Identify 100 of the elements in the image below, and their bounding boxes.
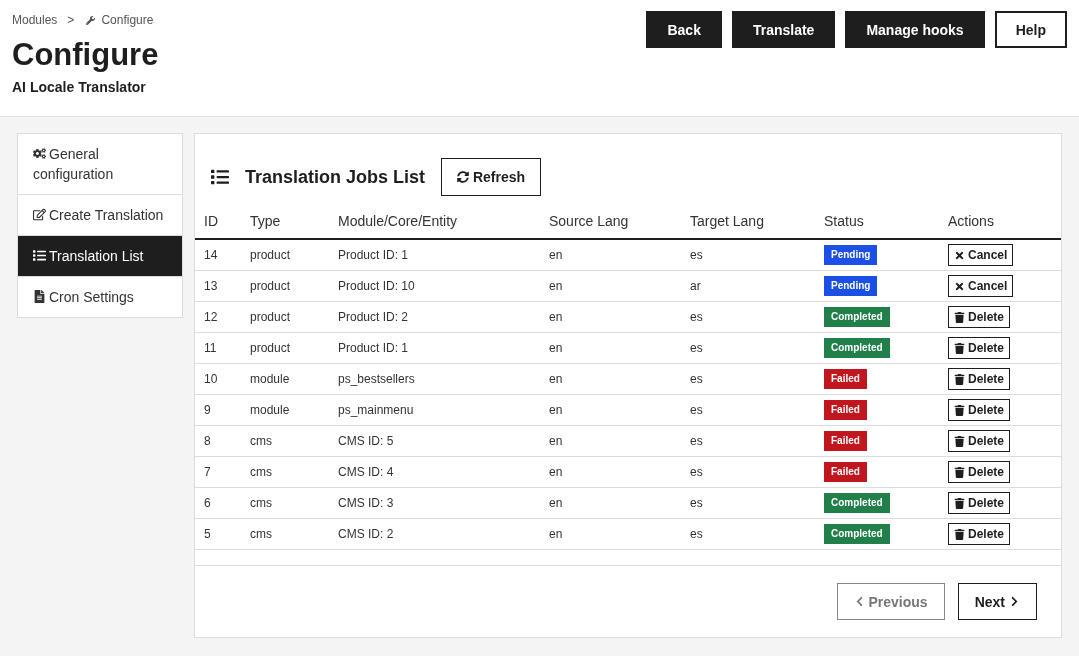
breadcrumb-link[interactable]: Modules	[12, 13, 58, 27]
table-cell: ps_bestsellers	[338, 372, 415, 386]
status-tag: Completed	[824, 307, 890, 327]
table-cell: product	[250, 248, 291, 262]
table-cell: cms	[250, 527, 272, 541]
trash-icon	[954, 435, 965, 447]
table-cell: es	[690, 496, 703, 510]
table-cell: Product ID: 10	[338, 279, 415, 293]
edit-icon	[33, 208, 46, 221]
table-cell: en	[549, 248, 563, 262]
table-cell: en	[549, 434, 563, 448]
table-cell: 6	[204, 496, 211, 510]
table-cell: es	[690, 403, 703, 417]
status-tag: Pending	[824, 245, 878, 265]
cancel-button[interactable]: Cancel	[948, 275, 1014, 297]
table-cell: es	[690, 310, 703, 324]
table-cell: CMS ID: 5	[338, 434, 394, 448]
table-cell: Product ID: 1	[338, 248, 409, 262]
table-cell: 11	[204, 341, 217, 355]
status-tag: Failed	[824, 431, 867, 451]
panel-title: Translation Jobs List	[245, 166, 426, 188]
column-header: Module/Core/Entity	[337, 213, 459, 229]
table-cell: en	[549, 279, 563, 293]
status-tag: Failed	[824, 462, 867, 482]
header-button[interactable]: Help	[994, 11, 1067, 48]
gears-icon	[33, 147, 46, 160]
wrench-icon	[86, 15, 96, 25]
table-cell: en	[549, 403, 563, 417]
document-icon	[33, 290, 46, 303]
table-cell: en	[549, 341, 563, 355]
column-header: Source Lang	[548, 213, 630, 229]
status-tag: Pending	[824, 276, 878, 296]
pagination-button[interactable]: Next	[957, 583, 1037, 620]
chevron-right-icon	[1009, 596, 1020, 607]
table-cell: product	[250, 341, 291, 355]
table-cell: Product ID: 2	[338, 310, 409, 324]
table-cell: es	[690, 434, 703, 448]
sidebar-item[interactable]: Translation List	[18, 236, 182, 277]
table-cell: es	[690, 248, 703, 262]
trash-icon	[954, 404, 965, 416]
table-cell: Product ID: 1	[338, 341, 409, 355]
delete-button[interactable]: Delete	[948, 368, 1011, 390]
table-cell: 12	[204, 310, 218, 324]
breadcrumb-separator: >	[67, 13, 75, 27]
status-tag: Failed	[824, 369, 867, 389]
table-cell: en	[549, 496, 563, 510]
refresh-icon	[456, 171, 469, 183]
table-cell: en	[549, 310, 563, 324]
table-cell: es	[690, 341, 703, 355]
column-header: ID	[203, 213, 219, 229]
list-icon	[33, 249, 46, 262]
status-tag: Completed	[824, 524, 890, 544]
status-tag: Completed	[824, 338, 890, 358]
delete-button[interactable]: Delete	[948, 523, 1011, 545]
table-cell: module	[250, 372, 290, 386]
trash-icon	[954, 528, 965, 540]
page-title: Configure	[12, 36, 159, 74]
close-icon	[954, 249, 965, 261]
header-button[interactable]: Translate	[731, 11, 836, 48]
cancel-button[interactable]: Cancel	[948, 244, 1014, 266]
trash-icon	[954, 466, 965, 478]
table-cell: 7	[204, 465, 211, 479]
table-cell: 14	[204, 248, 218, 262]
trash-icon	[954, 497, 965, 509]
table-cell: CMS ID: 3	[338, 496, 394, 510]
table-cell: CMS ID: 2	[338, 527, 394, 541]
column-header: Type	[249, 213, 282, 229]
refresh-button[interactable]: Refresh	[441, 158, 542, 196]
table-cell: module	[250, 403, 290, 417]
table-cell: 10	[204, 372, 218, 386]
status-tag: Completed	[824, 493, 890, 513]
header-button[interactable]: Back	[646, 11, 722, 48]
table-cell: 5	[204, 527, 211, 541]
table-cell: en	[549, 527, 563, 541]
table-cell: es	[690, 372, 703, 386]
header-button[interactable]: Manage hooks	[845, 11, 985, 48]
delete-button[interactable]: Delete	[948, 492, 1011, 514]
column-header: Actions	[947, 213, 995, 229]
table-cell: es	[690, 527, 703, 541]
table-cell: 8	[204, 434, 211, 448]
close-icon	[954, 280, 965, 292]
delete-button[interactable]: Delete	[948, 461, 1011, 483]
delete-button[interactable]: Delete	[948, 430, 1011, 452]
table-cell: product	[250, 310, 291, 324]
delete-button[interactable]: Delete	[948, 337, 1011, 359]
table-cell: 9	[204, 403, 211, 417]
delete-button[interactable]: Delete	[948, 399, 1011, 421]
table-cell: 13	[204, 279, 218, 293]
table-cell: ar	[690, 279, 701, 293]
table-cell: cms	[250, 434, 272, 448]
trash-icon	[954, 311, 965, 323]
breadcrumb-current: Configure	[101, 13, 154, 27]
delete-button[interactable]: Delete	[948, 306, 1011, 328]
table-cell: product	[250, 279, 291, 293]
table-cell: es	[690, 465, 703, 479]
trash-icon	[954, 342, 965, 354]
status-tag: Failed	[824, 400, 867, 420]
table-cell: cms	[250, 465, 272, 479]
table-cell: CMS ID: 4	[338, 465, 394, 479]
table-cell: ps_mainmenu	[338, 403, 414, 417]
